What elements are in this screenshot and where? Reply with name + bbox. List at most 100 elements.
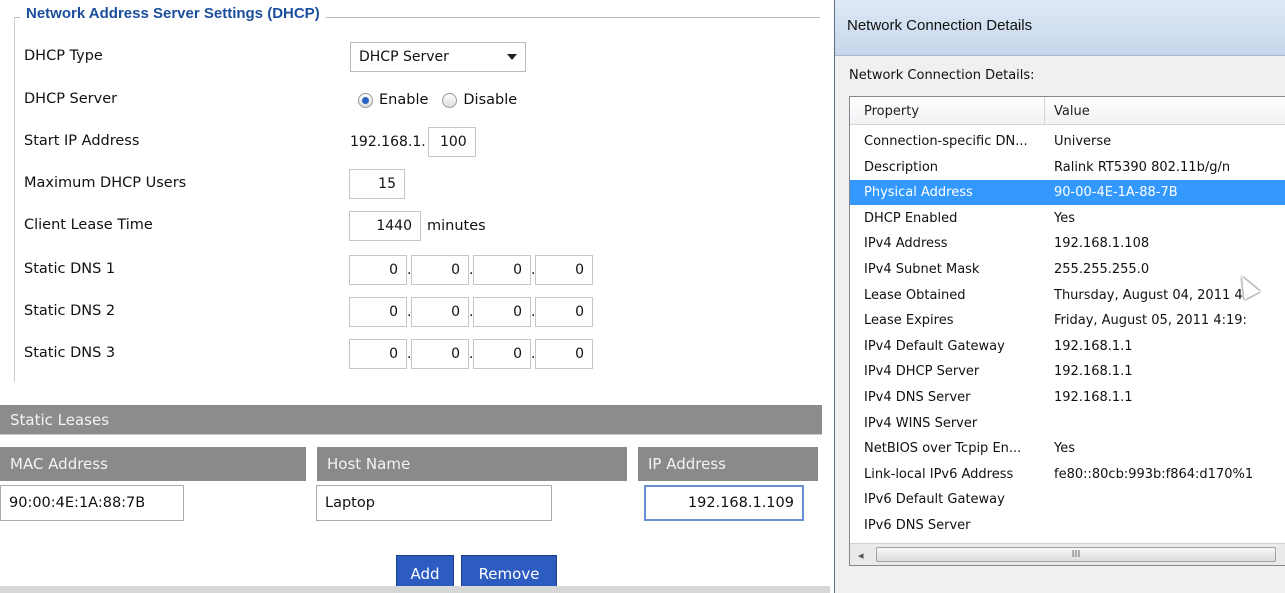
enable-radio-label[interactable]: Enable <box>379 92 428 108</box>
max-users-label: Maximum DHCP Users <box>24 175 187 191</box>
dns-octet-input[interactable]: 0 <box>473 339 531 369</box>
value-cell: Thursday, August 04, 2011 4: <box>1054 287 1248 303</box>
list-item[interactable]: Physical Address 90-00-4E-1A-88-7B <box>850 180 1285 206</box>
property-cell: IPv4 DNS Server <box>864 390 971 405</box>
dialog-titlebar[interactable]: Network Connection Details <box>835 0 1285 56</box>
max-users-input[interactable]: 15 <box>349 169 405 199</box>
fieldset-border-left <box>14 17 15 382</box>
static-leases-title: Static Leases <box>0 405 822 435</box>
dhcp-server-label: DHCP Server <box>24 91 118 107</box>
list-item[interactable]: IPv4 DHCP Server 192.168.1.1 <box>850 359 1285 384</box>
dns-octet-input[interactable]: 0 <box>349 255 407 285</box>
dns-octet-input[interactable]: 0 <box>535 255 593 285</box>
start-ip-prefix: 192.168.1. <box>350 134 426 150</box>
list-item[interactable]: Description Ralink RT5390 802.11b/g/n <box>850 155 1285 180</box>
property-cell: IPv6 DNS Server <box>864 518 971 533</box>
value-cell: 192.168.1.1 <box>1054 338 1133 354</box>
ip-address-input[interactable]: 192.168.1.109 <box>644 485 804 521</box>
list-header: Property Value <box>850 97 1285 125</box>
dhcp-type-select[interactable]: DHCP Server <box>350 42 526 72</box>
dns-octet-input[interactable]: 0 <box>535 339 593 369</box>
scroll-left-icon[interactable]: ◂ <box>858 549 864 562</box>
property-cell: NetBIOS over Tcpip En... <box>864 441 1022 457</box>
property-cell: IPv4 Subnet Mask <box>864 262 980 277</box>
list-item[interactable]: IPv4 DNS Server 192.168.1.1 <box>850 385 1285 410</box>
list-item[interactable]: NetBIOS over Tcpip En... Yes <box>850 436 1285 461</box>
dns-octet-input[interactable]: 0 <box>349 297 407 327</box>
list-item[interactable]: Lease Obtained Thursday, August 04, 2011 … <box>850 283 1285 308</box>
value-cell: Yes <box>1054 210 1075 226</box>
value-cell: Friday, August 05, 2011 4:19: <box>1054 313 1247 329</box>
host-name-input[interactable]: Laptop <box>316 485 552 521</box>
value-cell: Ralink RT5390 802.11b/g/n <box>1054 159 1231 175</box>
dhcp-type-label: DHCP Type <box>24 48 103 64</box>
list-item[interactable]: IPv4 Address 192.168.1.108 <box>850 231 1285 256</box>
list-item[interactable]: IPv4 Subnet Mask 255.255.255.0 <box>850 257 1285 282</box>
dns-octet-input[interactable]: 0 <box>411 297 469 327</box>
mac-column-header: MAC Address <box>0 447 306 481</box>
list-item[interactable]: DHCP Enabled Yes <box>850 206 1285 231</box>
list-item[interactable]: Lease Expires Friday, August 05, 2011 4:1… <box>850 308 1285 333</box>
list-item[interactable]: IPv6 Default Gateway <box>850 487 1285 512</box>
dns-row: Static DNS 1 0. 0. 0. 0 <box>24 253 814 287</box>
property-cell: IPv4 Default Gateway <box>864 338 1005 354</box>
property-cell: Lease Expires <box>864 313 954 329</box>
page-bottom-border <box>0 586 830 593</box>
details-list[interactable]: Property Value Connection-specific DN...… <box>849 96 1285 566</box>
dhcp-type-row: DHCP Type DHCP Server <box>24 40 814 74</box>
property-cell: DHCP Enabled <box>864 210 958 226</box>
value-cell: 192.168.1.1 <box>1054 390 1133 405</box>
property-column-header[interactable]: Property <box>864 104 919 119</box>
start-ip-row: Start IP Address 192.168.1. 100 <box>24 125 814 159</box>
list-item[interactable]: IPv6 DNS Server <box>850 513 1285 538</box>
start-ip-input[interactable]: 100 <box>427 127 476 157</box>
scrollbar-thumb[interactable]: III <box>876 547 1276 562</box>
column-separator[interactable] <box>1044 97 1045 125</box>
dns-octet-input[interactable]: 0 <box>411 339 469 369</box>
dns-octet-input[interactable]: 0 <box>473 297 531 327</box>
dns-octet-input[interactable]: 0 <box>473 255 531 285</box>
value-cell: Universe <box>1054 134 1112 149</box>
dhcp-section-title: Network Address Server Settings (DHCP) <box>20 5 326 22</box>
host-column-header: Host Name <box>317 447 627 481</box>
property-cell: IPv4 WINS Server <box>864 415 978 431</box>
horizontal-scrollbar[interactable]: ◂ III <box>850 543 1285 565</box>
dns-label: Static DNS 1 <box>24 261 116 277</box>
lease-time-input[interactable]: 1440 <box>349 211 421 241</box>
dialog-title: Network Connection Details <box>847 17 1033 34</box>
value-column-header[interactable]: Value <box>1054 104 1090 119</box>
start-ip-label: Start IP Address <box>24 133 140 149</box>
dns-label: Static DNS 3 <box>24 345 116 361</box>
list-item[interactable]: Connection-specific DN... Universe <box>850 129 1285 154</box>
value-cell: 192.168.1.108 <box>1054 236 1150 252</box>
property-cell: Lease Obtained <box>864 287 966 303</box>
lease-time-row: Client Lease Time 1440 minutes <box>24 209 814 243</box>
property-cell: IPv4 Address <box>864 236 948 252</box>
network-connection-details-dialog: Network Connection Details Network Conne… <box>834 0 1285 593</box>
disable-radio-label[interactable]: Disable <box>463 92 517 108</box>
dns-octet-input[interactable]: 0 <box>535 297 593 327</box>
mac-address-input[interactable]: 90:00:4E:1A:88:7B <box>0 485 184 521</box>
static-leases-section: Static Leases MAC Address Host Name IP A… <box>0 405 822 593</box>
property-cell: Connection-specific DN... <box>864 134 1028 149</box>
dialog-caption: Network Connection Details: <box>849 68 1035 83</box>
property-cell: Physical Address <box>864 185 973 201</box>
router-settings-panel: Network Address Server Settings (DHCP) D… <box>0 0 830 593</box>
lease-time-unit: minutes <box>427 218 486 234</box>
value-cell: 192.168.1.1 <box>1054 364 1133 380</box>
list-item[interactable]: IPv4 Default Gateway 192.168.1.1 <box>850 334 1285 359</box>
list-item[interactable]: Link-local IPv6 Address fe80::80cb:993b:f… <box>850 462 1285 487</box>
property-cell: IPv4 DHCP Server <box>864 364 980 380</box>
dns-octet-input[interactable]: 0 <box>411 255 469 285</box>
list-item[interactable]: IPv4 WINS Server <box>850 411 1285 436</box>
chevron-down-icon <box>507 54 517 60</box>
max-users-row: Maximum DHCP Users 15 <box>24 167 814 201</box>
value-cell: Yes <box>1054 441 1075 457</box>
property-cell: Link-local IPv6 Address <box>864 466 1014 482</box>
value-cell: 90-00-4E-1A-88-7B <box>1054 185 1178 201</box>
dns-octet-input[interactable]: 0 <box>349 339 407 369</box>
lease-time-label: Client Lease Time <box>24 217 153 233</box>
value-cell: fe80::80cb:993b:f864:d170%1 <box>1054 466 1254 482</box>
enable-radio[interactable] <box>358 92 373 108</box>
disable-radio[interactable] <box>442 92 458 108</box>
